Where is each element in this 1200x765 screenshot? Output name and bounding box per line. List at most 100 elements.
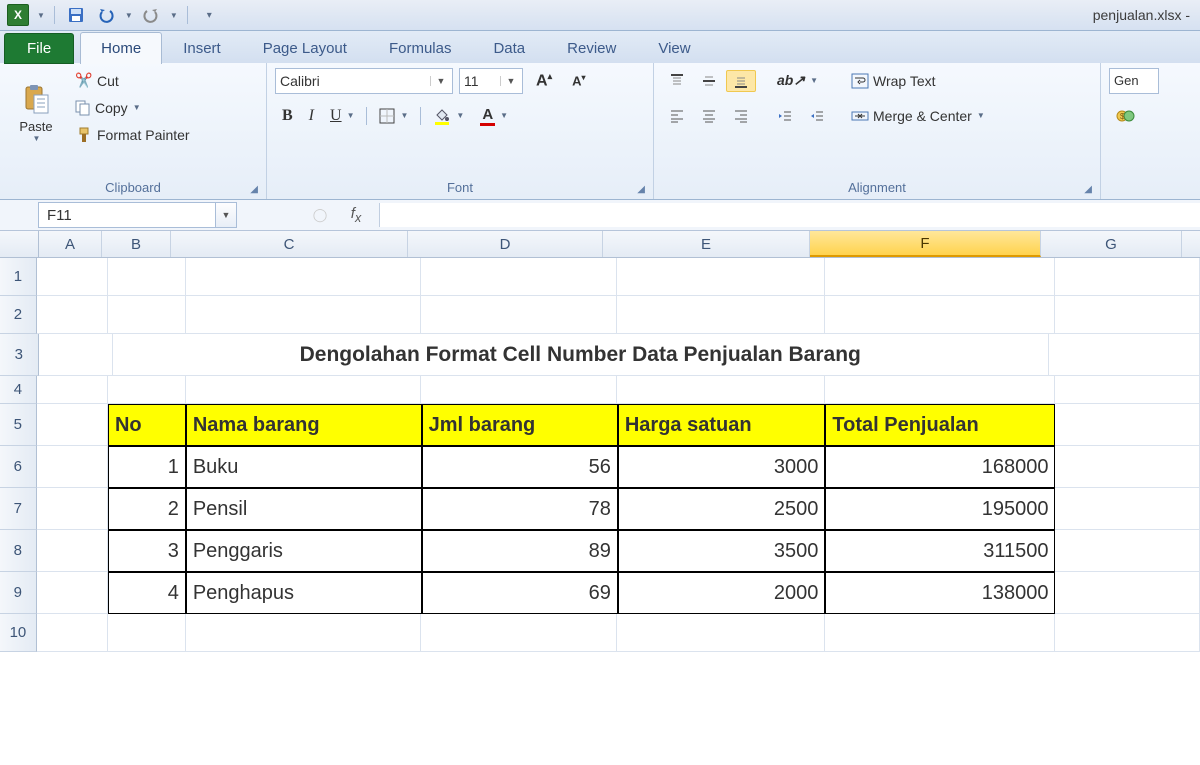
cell[interactable] (617, 258, 824, 296)
tab-insert[interactable]: Insert (162, 32, 242, 64)
font-name-combo[interactable]: Calibri ▼ (275, 68, 453, 94)
merge-center-button[interactable]: Merge & Center ▼ (844, 105, 992, 127)
dialog-launcher-icon[interactable]: ◢ (637, 184, 645, 195)
cell[interactable] (617, 296, 824, 334)
grow-font-button[interactable]: A▴ (529, 68, 559, 93)
formula-input[interactable] (379, 203, 1200, 227)
save-button[interactable] (64, 3, 88, 27)
column-header-B[interactable]: B (102, 231, 171, 257)
cell[interactable] (421, 296, 617, 334)
align-left-button[interactable] (662, 105, 692, 127)
cell[interactable] (1055, 572, 1200, 614)
cell[interactable] (825, 376, 1055, 404)
copy-button[interactable]: Copy ▼ (68, 97, 148, 119)
cell[interactable] (825, 296, 1055, 334)
cell[interactable] (186, 296, 422, 334)
cell-no[interactable]: 2 (108, 488, 186, 530)
cell-harga[interactable]: 2500 (618, 488, 826, 530)
align-center-button[interactable] (694, 105, 724, 127)
cell-jml[interactable]: 89 (422, 530, 618, 572)
chevron-down-icon[interactable]: ▼ (125, 11, 133, 20)
cell-nama[interactable]: Pensil (186, 488, 422, 530)
align-bottom-button[interactable] (726, 70, 756, 92)
column-header-A[interactable]: A (39, 231, 102, 257)
tab-view[interactable]: View (637, 32, 711, 64)
shrink-font-button[interactable]: A▾ (565, 70, 592, 91)
tab-home[interactable]: Home (80, 32, 162, 64)
cell-harga[interactable]: 3500 (618, 530, 826, 572)
header-cell-total[interactable]: Total Penjualan (825, 404, 1055, 446)
column-header-E[interactable]: E (603, 231, 810, 257)
dialog-launcher-icon[interactable]: ◢ (1084, 184, 1092, 195)
cell[interactable] (186, 258, 422, 296)
cell[interactable] (1055, 296, 1200, 334)
wrap-text-button[interactable]: Wrap Text (844, 70, 943, 92)
cell[interactable] (1049, 334, 1200, 376)
qat-customize-button[interactable]: ▾ (197, 3, 221, 27)
header-cell-nama[interactable]: Nama barang (186, 404, 422, 446)
row-header[interactable]: 1 (0, 258, 37, 296)
redo-button[interactable] (139, 3, 163, 27)
row-header[interactable]: 7 (0, 488, 37, 530)
row-header[interactable]: 4 (0, 376, 37, 404)
row-header[interactable]: 3 (0, 334, 39, 376)
format-painter-button[interactable]: Format Painter (68, 123, 197, 147)
header-cell-harga[interactable]: Harga satuan (618, 404, 826, 446)
accounting-format-button[interactable]: $ (1109, 105, 1143, 127)
cut-button[interactable]: ✂️ Cut (68, 69, 126, 93)
row-header[interactable]: 9 (0, 572, 37, 614)
name-box-dropdown[interactable]: ▼ (216, 202, 237, 228)
column-header-F[interactable]: F (810, 231, 1041, 257)
column-header-G[interactable]: G (1041, 231, 1182, 257)
row-header[interactable]: 6 (0, 446, 37, 488)
cell[interactable] (421, 614, 617, 652)
cell[interactable] (1055, 258, 1200, 296)
cell-total[interactable]: 138000 (825, 572, 1055, 614)
bold-button[interactable]: B (275, 104, 300, 128)
tab-file[interactable]: File (4, 33, 74, 64)
chevron-down-icon[interactable]: ▼ (170, 11, 178, 20)
tab-formulas[interactable]: Formulas (368, 32, 473, 64)
cell-jml[interactable]: 56 (422, 446, 618, 488)
tab-data[interactable]: Data (472, 32, 546, 64)
number-format-combo[interactable]: Gen (1109, 68, 1159, 94)
cell[interactable] (1055, 376, 1200, 404)
paste-button[interactable]: Paste ▼ (8, 67, 64, 159)
cell[interactable] (37, 488, 108, 530)
align-top-button[interactable] (662, 70, 692, 92)
cell[interactable] (1055, 614, 1200, 652)
cell-nama[interactable]: Buku (186, 446, 422, 488)
cell[interactable] (37, 446, 108, 488)
decrease-indent-button[interactable] (770, 105, 800, 127)
cell[interactable] (37, 530, 108, 572)
chevron-down-icon[interactable]: ▼ (37, 11, 45, 20)
cancel-formula-button[interactable]: ◯ (307, 204, 333, 226)
orientation-button[interactable]: ab↗▼ (770, 69, 825, 92)
excel-menu-button[interactable]: X (6, 3, 30, 27)
tab-page-layout[interactable]: Page Layout (242, 32, 368, 64)
cell[interactable] (108, 376, 185, 404)
increase-indent-button[interactable] (802, 105, 832, 127)
cell[interactable] (1055, 404, 1200, 446)
fill-color-button[interactable]: ▼ (426, 104, 471, 128)
cell[interactable] (37, 296, 109, 334)
header-cell-jml[interactable]: Jml barang (422, 404, 618, 446)
header-cell-no[interactable]: No (108, 404, 186, 446)
cell[interactable] (37, 258, 109, 296)
row-header[interactable]: 2 (0, 296, 37, 334)
cell-no[interactable]: 3 (108, 530, 186, 572)
select-all-button[interactable] (0, 231, 39, 257)
name-box[interactable]: F11 (38, 202, 216, 228)
font-size-combo[interactable]: 11 ▼ (459, 68, 523, 94)
cell-total[interactable]: 311500 (825, 530, 1055, 572)
cell-total[interactable]: 195000 (825, 488, 1055, 530)
cell[interactable] (39, 334, 113, 376)
borders-button[interactable]: ▼ (372, 105, 415, 127)
cell-harga[interactable]: 3000 (618, 446, 826, 488)
cell[interactable] (186, 376, 422, 404)
row-header[interactable]: 10 (0, 614, 37, 652)
cell[interactable] (37, 404, 108, 446)
cell-jml[interactable]: 78 (422, 488, 618, 530)
cell-nama[interactable]: Penghapus (186, 572, 422, 614)
cell-harga[interactable]: 2000 (618, 572, 826, 614)
